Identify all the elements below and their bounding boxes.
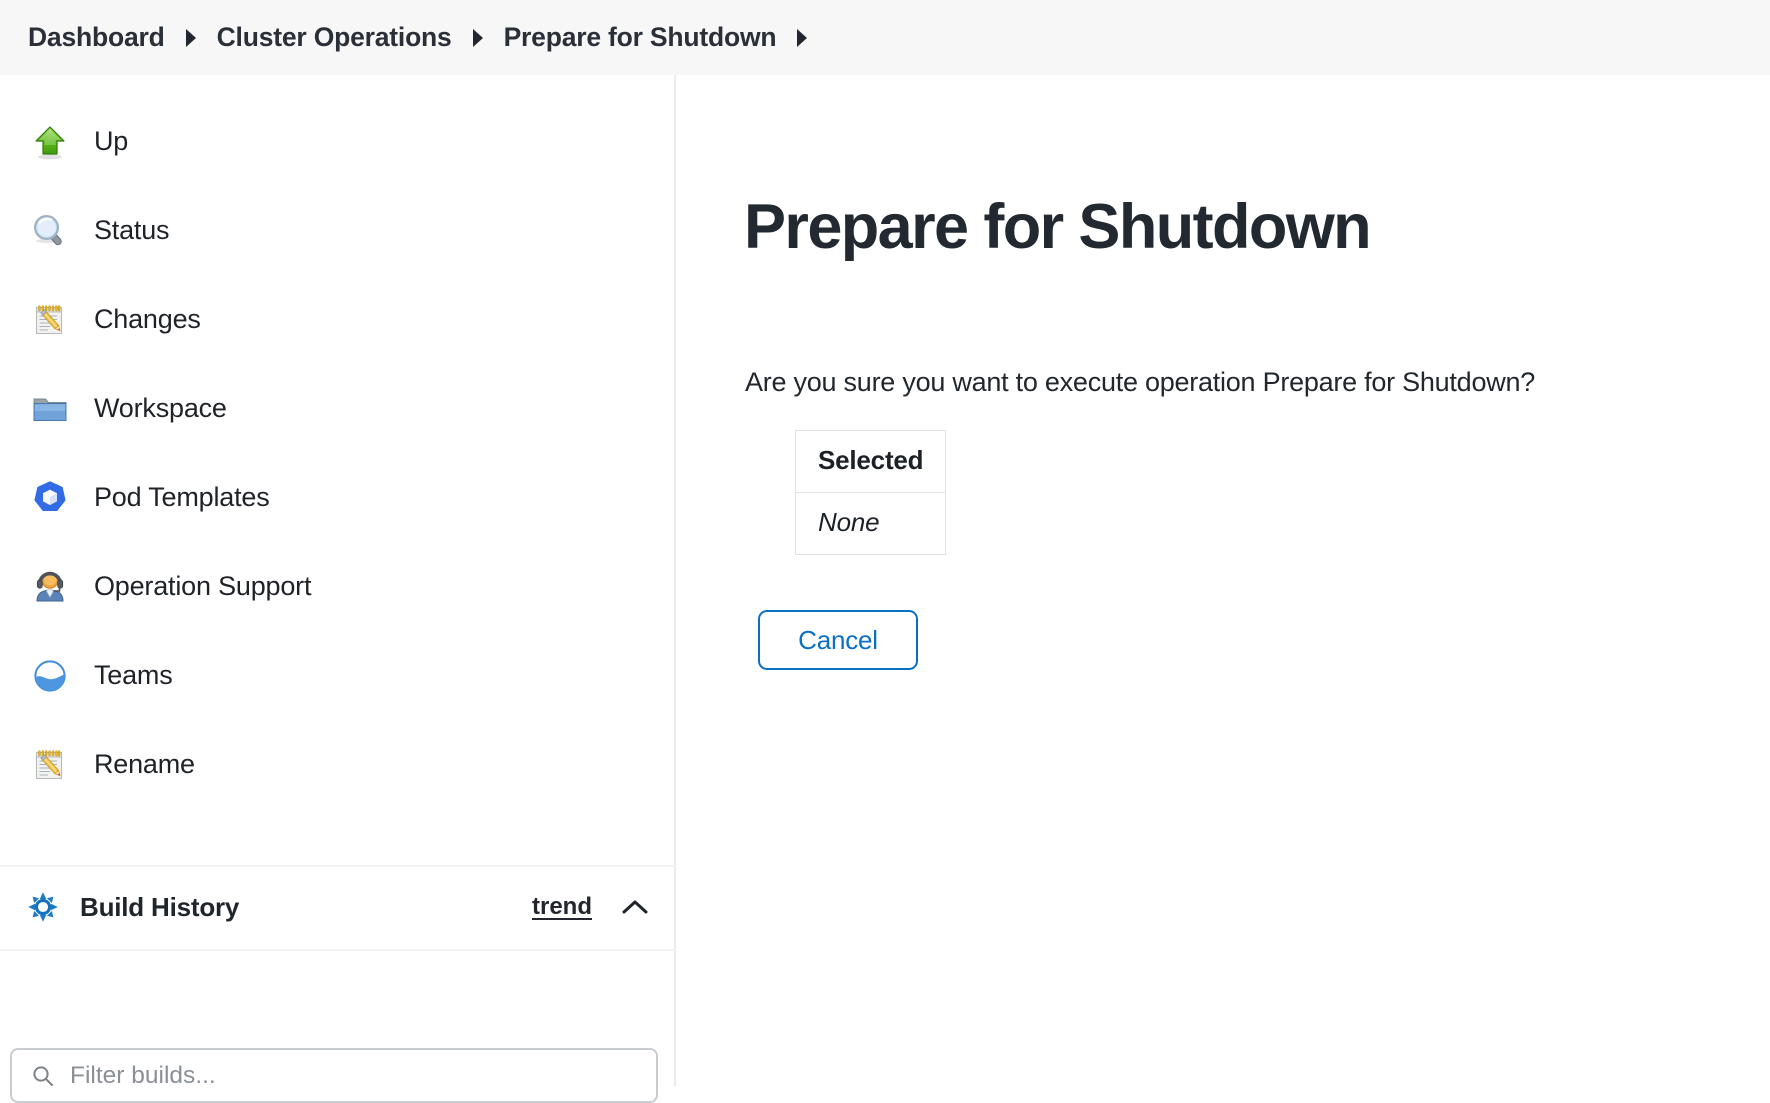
teams-wave-circle-icon — [28, 654, 72, 698]
build-filter — [10, 1048, 658, 1103]
filter-builds-input[interactable] — [70, 1061, 630, 1090]
breadcrumb-dropdown-triangle-right-icon[interactable] — [776, 28, 828, 48]
sidebar-item-label: Teams — [94, 660, 173, 690]
sidebar-item-rename[interactable]: Rename — [0, 720, 676, 809]
build-history-rule — [0, 949, 676, 951]
cancel-button[interactable]: Cancel — [758, 610, 918, 670]
sidebar-item-workspace[interactable]: Workspace — [0, 364, 676, 453]
page-title: Prepare for Shutdown — [744, 192, 1372, 263]
breadcrumb-item-dashboard[interactable]: Dashboard — [28, 22, 165, 53]
build-history-trend-link[interactable]: trend — [532, 893, 592, 921]
sidebar-item-label: Changes — [94, 304, 201, 334]
green-up-arrow-icon — [28, 120, 72, 164]
sidebar-item-teams[interactable]: Teams — [0, 631, 676, 720]
table-header-row: Selected — [794, 430, 947, 493]
build-history-header: Build History trend — [0, 865, 676, 949]
sidebar-item-label: Workspace — [94, 393, 227, 423]
build-history-title: Build History — [80, 891, 240, 922]
selected-table-body: None — [794, 492, 947, 555]
support-agent-icon — [28, 565, 72, 609]
sidebar-item-label: Up — [94, 126, 129, 156]
cell-selected-value: None — [794, 492, 947, 555]
sidebar-item-up[interactable]: Up — [0, 97, 676, 186]
sidebar-item-label: Rename — [94, 749, 195, 779]
table-row: None — [794, 492, 947, 555]
sidebar: Up Status Changes Workspace Pod Template… — [0, 75, 676, 1103]
sidebar-item-label: Operation Support — [94, 571, 312, 601]
sidebar-item-label: Status — [94, 215, 170, 245]
breadcrumb-item-prepare-for-shutdown[interactable]: Prepare for Shutdown — [504, 22, 777, 53]
notepad-pencil-icon — [28, 298, 72, 342]
notepad-pencil-icon — [28, 743, 72, 787]
selected-table-head: Selected — [794, 430, 947, 493]
magnifier-icon — [28, 209, 72, 253]
triangle-right-icon — [165, 28, 217, 48]
sidebar-task-list: Up Status Changes Workspace Pod Template… — [0, 97, 676, 809]
build-history-star-icon — [24, 888, 62, 926]
sidebar-item-changes[interactable]: Changes — [0, 275, 676, 364]
build-history-actions: trend — [532, 890, 652, 924]
sidebar-item-pod-templates[interactable]: Pod Templates — [0, 453, 676, 542]
page-body: Up Status Changes Workspace Pod Template… — [0, 75, 1770, 1103]
column-header-selected: Selected — [794, 430, 947, 493]
triangle-right-icon — [452, 28, 504, 48]
sidebar-item-label: Pod Templates — [94, 482, 270, 512]
main-content: Prepare for Shutdown Are you sure you wa… — [678, 75, 1770, 1086]
kubernetes-cube-icon — [28, 476, 72, 520]
breadcrumb-item-cluster-operations[interactable]: Cluster Operations — [217, 22, 452, 53]
chevron-up-icon[interactable] — [618, 890, 652, 924]
selected-table: Selected None — [794, 430, 947, 555]
blue-folder-icon — [28, 387, 72, 431]
search-icon — [30, 1063, 56, 1089]
sidebar-item-operation-support[interactable]: Operation Support — [0, 542, 676, 631]
confirmation-question: Are you sure you want to execute operati… — [745, 367, 1535, 397]
breadcrumb: Dashboard Cluster Operations Prepare for… — [0, 0, 1770, 75]
sidebar-item-status[interactable]: Status — [0, 186, 676, 275]
filter-builds-box[interactable] — [10, 1048, 658, 1103]
